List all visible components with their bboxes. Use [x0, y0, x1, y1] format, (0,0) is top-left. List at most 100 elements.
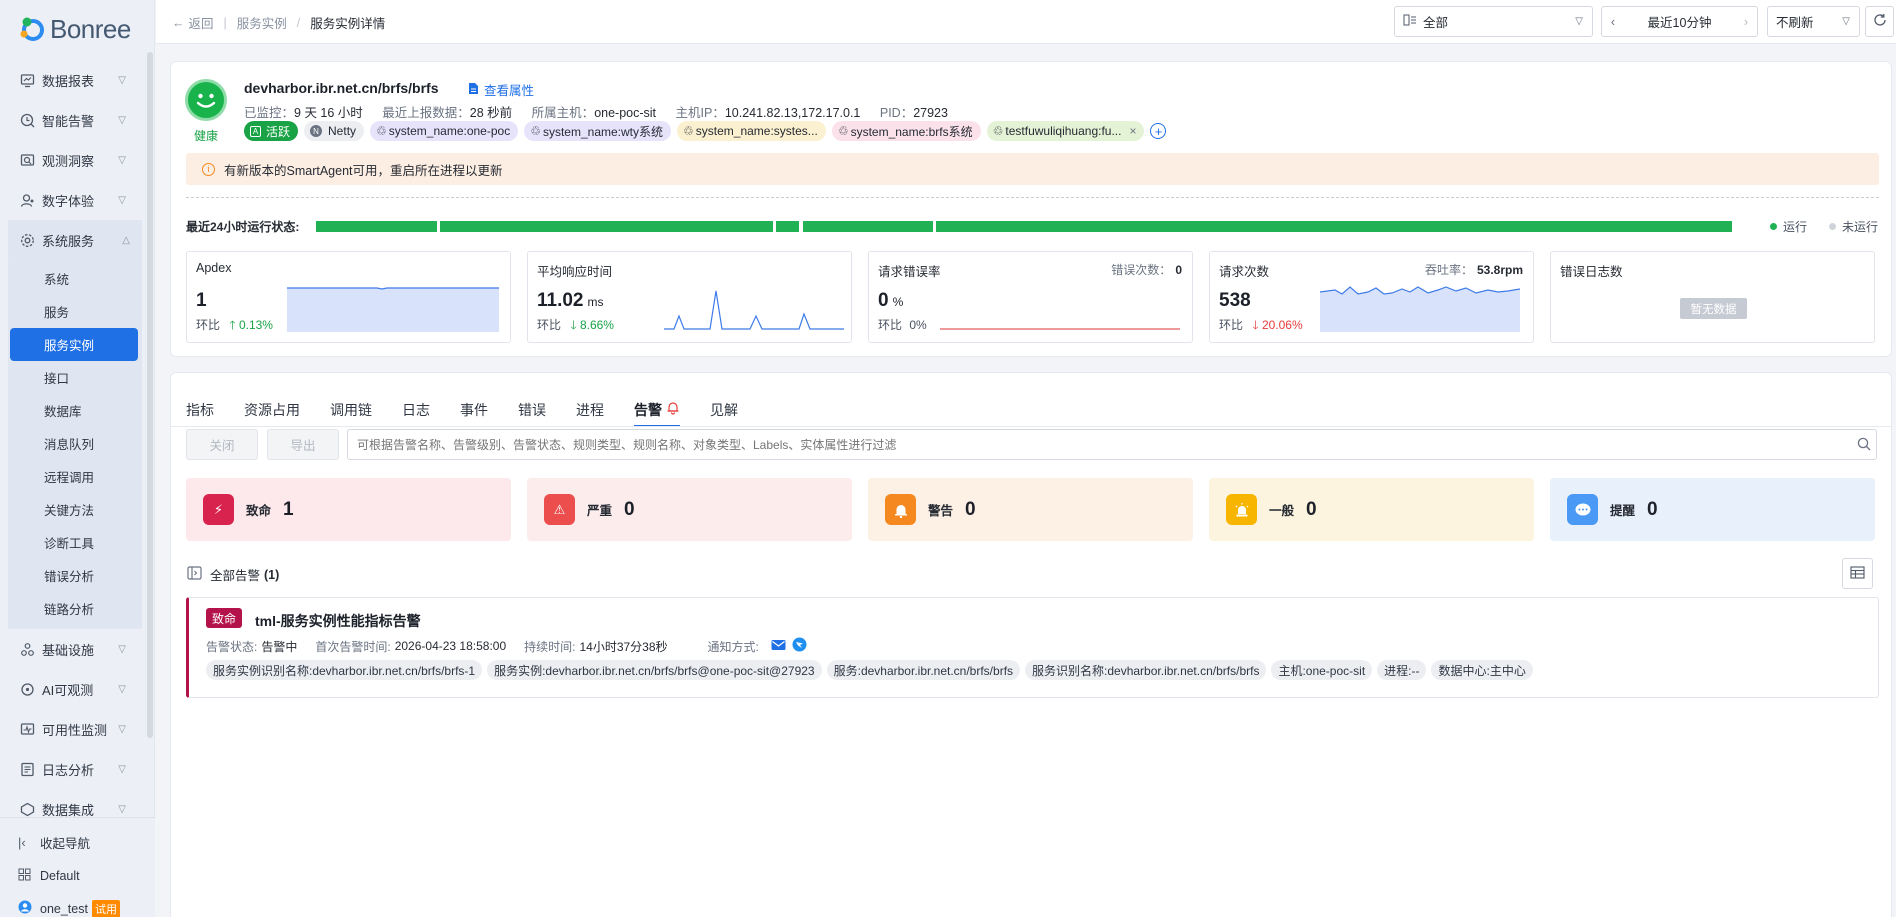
sub-item-message-queue[interactable]: 消息队列	[10, 427, 138, 460]
meta-label: 主机IP：	[675, 106, 725, 120]
table-view-button[interactable]	[1842, 558, 1873, 589]
info-icon: i	[202, 162, 215, 176]
search-icon[interactable]	[1857, 437, 1871, 454]
tab-events[interactable]: 事件	[460, 387, 488, 427]
meta-label: PID：	[879, 106, 914, 120]
label-tag[interactable]: ♲ system_name:one-poc	[370, 121, 519, 141]
nav-item-smart-alert[interactable]: 智能告警 ▽	[0, 100, 146, 140]
nav-item-availability[interactable]: 可用性监测 ▽	[0, 709, 146, 749]
user-menu[interactable]: one_test 试用	[0, 892, 155, 917]
meta-label: 持续时间:	[524, 639, 576, 654]
meta-label: 最近上报数据：	[382, 106, 470, 120]
sub-item-database[interactable]: 数据库	[10, 394, 138, 427]
refresh-interval-value: 不刷新	[1776, 16, 1814, 30]
breadcrumb-item[interactable]: 服务实例	[237, 13, 287, 32]
sidebar-scrollbar[interactable]	[147, 52, 153, 738]
export-button[interactable]: 导出	[267, 429, 339, 460]
nav-item-label: 日志分析	[42, 762, 95, 778]
refresh-button[interactable]	[1865, 6, 1894, 37]
sub-item-service-instance[interactable]: 服务实例	[10, 328, 138, 361]
ratio-value: 0%	[909, 318, 927, 332]
severity-card-critical[interactable]: ⚠ 严重 0	[527, 478, 852, 541]
environment-select[interactable]: 全部 ▽	[1394, 6, 1593, 37]
health-label: 健康	[193, 129, 218, 143]
label-tag[interactable]: ♲ system_name:wty系统	[524, 121, 671, 141]
meta-label: 通知方式:	[707, 639, 759, 654]
severity-card-fatal[interactable]: ⚡ 致命 1	[186, 478, 511, 541]
label-tag[interactable]: ♲ system_name:brfs系统	[831, 121, 981, 141]
remove-tag-icon[interactable]: ×	[1129, 124, 1136, 138]
alert-title[interactable]: tml-服务实例性能指标告警	[255, 611, 421, 631]
sub-item-remote-call[interactable]: 远程调用	[10, 460, 138, 493]
time-prev-button[interactable]: ‹	[1602, 15, 1624, 29]
metric-card-error-logs[interactable]: 错误日志数 暂无数据	[1550, 251, 1875, 343]
expand-panel-icon[interactable]	[187, 566, 202, 583]
label-icon: ♲	[683, 124, 694, 138]
ratio-value: 20.06%	[1261, 318, 1303, 332]
alert-item[interactable]: 致命 tml-服务实例性能指标告警 告警状态: 告警中 首次告警时间: 2026-0…	[186, 597, 1879, 698]
nav-item-ai-observability[interactable]: AI可观测 ▽	[0, 669, 146, 709]
sub-item-key-method[interactable]: 关键方法	[10, 493, 138, 526]
view-properties-label: 查看属性	[484, 84, 535, 98]
sub-item-error-analysis[interactable]: 错误分析	[10, 559, 138, 592]
collapse-nav-button[interactable]: |‹ 收起导航	[0, 826, 155, 859]
alert-label-chip: 服务实例:devharbor.ibr.net.cn/brfs/brfs@one-…	[487, 660, 822, 680]
back-button[interactable]: ← 返回	[172, 13, 214, 32]
tab-traces[interactable]: 调用链	[330, 387, 372, 427]
close-alert-button[interactable]: 关闭	[186, 429, 258, 460]
tab-insights[interactable]: 见解	[710, 387, 738, 427]
metric-card-request-count[interactable]: 请求次数 吞吐率： 53.8rpm 538 环比 🡓 20.06%	[1209, 251, 1534, 343]
nav-item-log-analysis[interactable]: 日志分析 ▽	[0, 749, 146, 789]
brand-logo[interactable]: Bonree	[18, 12, 131, 46]
metric-card-avg-response-time[interactable]: 平均响应时间 11.02 ms 环比 🡓 8.66%	[527, 251, 852, 343]
tab-errors[interactable]: 错误	[518, 387, 546, 427]
metric-ratio: 环比 🡓 20.06%	[1219, 316, 1303, 337]
metric-ratio: 环比 🡑 0.13%	[196, 316, 273, 337]
tab-logs[interactable]: 日志	[402, 387, 430, 427]
back-label: 返回	[188, 17, 214, 31]
time-range-picker[interactable]: ‹ 最近10分钟 ›	[1601, 6, 1758, 37]
nav-item-infrastructure[interactable]: 基础设施 ▽	[0, 629, 146, 669]
severity-card-general[interactable]: 一般 0	[1209, 478, 1534, 541]
sub-item-system[interactable]: 系统	[10, 262, 138, 295]
notice-text: 有新版本的SmartAgent可用，重启所在进程以更新	[224, 163, 503, 178]
label-tag[interactable]: ♲ testfuwuliqihuang:fu... ×	[986, 121, 1145, 141]
instance-summary-card: 健康 devharbor.ibr.net.cn/brfs/brfs 查看属性 已…	[170, 61, 1892, 357]
user-name: one_test	[40, 901, 88, 916]
alert-level-badge: 致命	[206, 608, 243, 628]
workspace-switcher[interactable]: Default	[0, 859, 155, 892]
severity-count: 0	[1647, 498, 1658, 520]
sub-item-service[interactable]: 服务	[10, 295, 138, 328]
nav-item-insight[interactable]: 观测洞察 ▽	[0, 140, 146, 180]
sub-item-trace-analysis[interactable]: 链路分析	[10, 592, 138, 625]
uptime-status-bar[interactable]	[316, 220, 1736, 232]
label-tag[interactable]: ♲ system_name:systes...	[677, 121, 826, 141]
response-time-value: 11.02	[537, 290, 584, 311]
tab-alerts[interactable]: 告警	[634, 387, 680, 427]
chat-bubble-icon	[1567, 494, 1598, 525]
add-tag-button[interactable]: +	[1150, 123, 1167, 139]
alert-filter-input[interactable]	[347, 429, 1877, 460]
tab-resource-usage[interactable]: 资源占用	[244, 387, 300, 427]
view-properties-link[interactable]: 查看属性	[468, 80, 534, 99]
tab-processes[interactable]: 进程	[576, 387, 604, 427]
time-next-button[interactable]: ›	[1735, 15, 1757, 29]
metric-card-apdex[interactable]: Apdex 1 环比 🡑 0.13%	[186, 251, 511, 343]
metric-value: 0%	[878, 290, 903, 312]
sidebar-footer: |‹ 收起导航 Default one_test 试用	[0, 817, 155, 917]
nav-item-reports[interactable]: 数据报表 ▽	[0, 60, 146, 100]
sub-item-interface[interactable]: 接口	[10, 361, 138, 394]
nav-item-digital-experience[interactable]: 数字体验 ▽	[0, 180, 146, 220]
nav-item-label: 数字体验	[42, 193, 95, 209]
refresh-interval-select[interactable]: 不刷新 ▽	[1767, 6, 1860, 37]
metric-card-error-rate[interactable]: 请求错误率 错误次数： 0 0% 环比 0%	[868, 251, 1193, 343]
severity-name: 提醒	[1610, 504, 1636, 518]
no-data-badge: 暂无数据	[1680, 298, 1747, 319]
collapse-nav-label: 收起导航	[40, 837, 91, 851]
severity-card-warning[interactable]: 警告 0	[868, 478, 1193, 541]
breadcrumb-current: 服务实例详情	[310, 17, 386, 31]
tab-metrics[interactable]: 指标	[186, 387, 214, 427]
severity-card-reminder[interactable]: 提醒 0	[1550, 478, 1875, 541]
nav-item-system-service[interactable]: 系统服务 △	[8, 220, 142, 260]
sub-item-diagnostic-tool[interactable]: 诊断工具	[10, 526, 138, 559]
